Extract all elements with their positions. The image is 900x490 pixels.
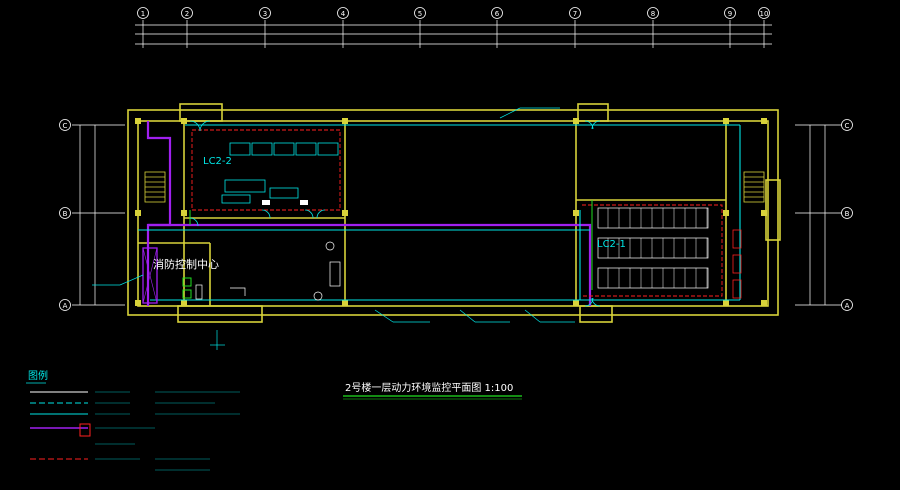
column: [342, 118, 348, 124]
axis-label: 5: [418, 10, 422, 18]
floor-plan-drawing: 1 2 3 4 5 6 7 8 9 10 C B A C B A 消防控制中心 LC2-…: [26, 7, 853, 471]
axis-label: 4: [341, 10, 346, 18]
left-axis-bubbles: C B A: [59, 119, 71, 311]
column: [181, 300, 187, 306]
building-walls: [127, 103, 781, 323]
lc2-1-room-tag: LC2-1: [597, 239, 626, 250]
column: [573, 118, 579, 124]
axis-label: 3: [263, 10, 267, 18]
axis-bubble-A: A: [59, 299, 71, 311]
axis-bubble-9: 9: [724, 7, 736, 19]
legend-fine-text: [95, 391, 240, 471]
column: [135, 118, 141, 124]
stair-right: [743, 171, 765, 203]
axis-label: C: [845, 122, 850, 130]
door-swings: [189, 120, 601, 307]
right-axis-bubbles: C B A: [841, 119, 853, 311]
axis-label: A: [845, 302, 850, 310]
axis-label: 2: [185, 10, 189, 18]
lc2-2-room-tag: LC2-2: [203, 156, 232, 167]
axis-bubble-1: 1: [137, 7, 149, 19]
stair-left: [144, 171, 166, 203]
left-dimension-chain: [72, 124, 125, 306]
axis-label: 8: [651, 10, 655, 18]
title-underline: [343, 395, 522, 400]
axis-bubble-8: 8: [647, 7, 659, 19]
axis-bubble-C: C: [841, 119, 853, 131]
column: [135, 300, 141, 306]
axis-label: B: [63, 210, 68, 218]
column: [573, 210, 579, 216]
fire-control-center-label: 消防控制中心: [153, 257, 219, 271]
axis-label: 10: [760, 10, 769, 18]
leader-lines: [92, 107, 575, 350]
column: [723, 210, 729, 216]
axis-label: 1: [141, 10, 145, 18]
axis-bubble-6: 6: [491, 7, 503, 19]
column: [761, 300, 767, 306]
axis-bubble-B: B: [59, 207, 71, 219]
legend-symbols: [30, 391, 91, 460]
column: [181, 210, 187, 216]
column: [181, 118, 187, 124]
column: [342, 300, 348, 306]
axis-label: 9: [728, 10, 732, 18]
axis-bubble-7: 7: [569, 7, 581, 19]
lc2-2-device-markers: [262, 200, 308, 205]
axis-label: 7: [573, 10, 577, 18]
axis-bubble-4: 4: [337, 7, 349, 19]
axis-bubble-10: 10: [758, 7, 770, 19]
lobby-furniture: [230, 241, 341, 301]
cyan-trunk-line: [138, 124, 741, 301]
column: [761, 210, 767, 216]
column: [342, 210, 348, 216]
column: [723, 300, 729, 306]
axis-bubble-2: 2: [181, 7, 193, 19]
column: [573, 300, 579, 306]
axis-bubble-C: C: [59, 119, 71, 131]
axis-label: 6: [495, 10, 500, 18]
column: [135, 210, 141, 216]
axis-label: A: [63, 302, 68, 310]
lc2-2-equipment-rack: [221, 142, 339, 204]
axis-bubble-3: 3: [259, 7, 271, 19]
top-axis-bubbles: 1 2 3 4 5 6 7 8 9 10: [137, 7, 770, 19]
axis-bubble-B: B: [841, 207, 853, 219]
legend-heading: 图例: [28, 369, 48, 382]
cad-floor-plan: 1 2 3 4 5 6 7 8 9 10 C B A C B A 消防控制中心 LC2-…: [0, 0, 900, 490]
axis-bubble-5: 5: [414, 7, 426, 19]
magenta-cable-tray: [146, 121, 592, 306]
column: [723, 118, 729, 124]
top-dimension-chain: [135, 24, 772, 45]
column: [761, 118, 767, 124]
fire-control-cabinets: [142, 247, 203, 304]
green-feeder: [189, 200, 593, 290]
drawing-title: 2号楼一层动力环境监控平面图 1:100: [345, 381, 513, 394]
axis-label: C: [63, 122, 68, 130]
axis-label: B: [845, 210, 850, 218]
axis-bubble-A: A: [841, 299, 853, 311]
